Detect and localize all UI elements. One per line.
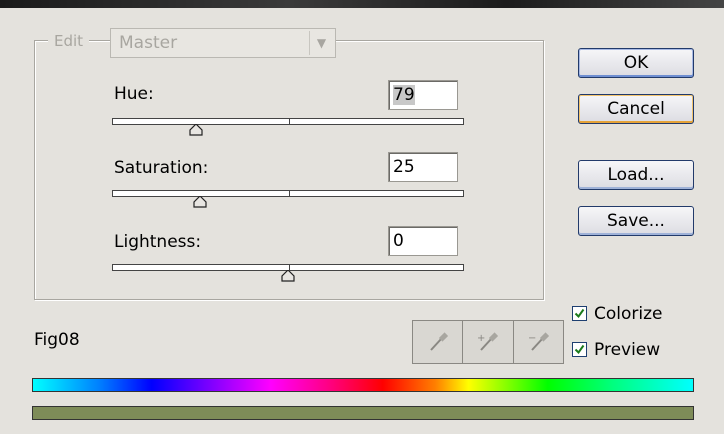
figure-label: Fig08 bbox=[34, 330, 80, 350]
saturation-label: Saturation: bbox=[114, 158, 209, 178]
svg-text:−: − bbox=[528, 333, 536, 344]
hue-slider-center-tick bbox=[289, 118, 290, 125]
cancel-button[interactable]: Cancel bbox=[578, 94, 694, 124]
hue-label: Hue: bbox=[114, 84, 154, 104]
eyedropper-minus-button[interactable]: − bbox=[514, 321, 563, 363]
colorize-checkbox[interactable] bbox=[572, 306, 587, 321]
hue-input[interactable]: 79 bbox=[388, 80, 458, 110]
saturation-value: 25 bbox=[393, 157, 415, 177]
lightness-slider-thumb[interactable] bbox=[281, 270, 295, 282]
eyedropper-plus-button[interactable]: + bbox=[463, 321, 514, 363]
hue-value: 79 bbox=[393, 85, 415, 105]
hue-slider-thumb[interactable] bbox=[189, 124, 204, 136]
chevron-down-icon[interactable]: ▼ bbox=[309, 31, 333, 55]
eyedropper-icon bbox=[430, 332, 449, 351]
edit-channel-value: Master bbox=[119, 33, 178, 53]
save-button[interactable]: Save... bbox=[578, 206, 694, 236]
edit-channel-select[interactable]: Master ▼ bbox=[110, 28, 336, 58]
colorize-label[interactable]: Colorize bbox=[594, 304, 663, 324]
eyedropper-plus-icon: + bbox=[477, 332, 499, 351]
preview-checkbox[interactable] bbox=[572, 342, 587, 357]
saturation-slider-thumb[interactable] bbox=[193, 196, 207, 208]
load-button[interactable]: Load... bbox=[578, 160, 694, 190]
preview-label[interactable]: Preview bbox=[594, 340, 660, 360]
edit-group-box bbox=[34, 40, 544, 300]
checkmark-icon bbox=[574, 344, 585, 355]
background-photo-strip bbox=[0, 0, 724, 8]
checkmark-icon bbox=[574, 308, 585, 319]
eyedropper-toolbar: + − bbox=[412, 320, 564, 364]
saturation-slider-center-tick bbox=[289, 190, 290, 197]
lightness-value: 0 bbox=[393, 231, 404, 251]
eyedropper-button[interactable] bbox=[413, 321, 464, 363]
svg-text:+: + bbox=[477, 333, 485, 344]
input-color-spectrum bbox=[32, 378, 694, 392]
lightness-label: Lightness: bbox=[114, 232, 202, 252]
ok-button[interactable]: OK bbox=[578, 48, 694, 78]
output-color-bar bbox=[32, 406, 694, 420]
edit-legend: Edit bbox=[48, 32, 90, 50]
saturation-input[interactable]: 25 bbox=[388, 152, 458, 182]
eyedropper-minus-icon: − bbox=[528, 332, 549, 351]
hue-slider-track[interactable] bbox=[112, 118, 464, 125]
lightness-input[interactable]: 0 bbox=[388, 226, 458, 256]
saturation-slider-track[interactable] bbox=[112, 190, 464, 197]
